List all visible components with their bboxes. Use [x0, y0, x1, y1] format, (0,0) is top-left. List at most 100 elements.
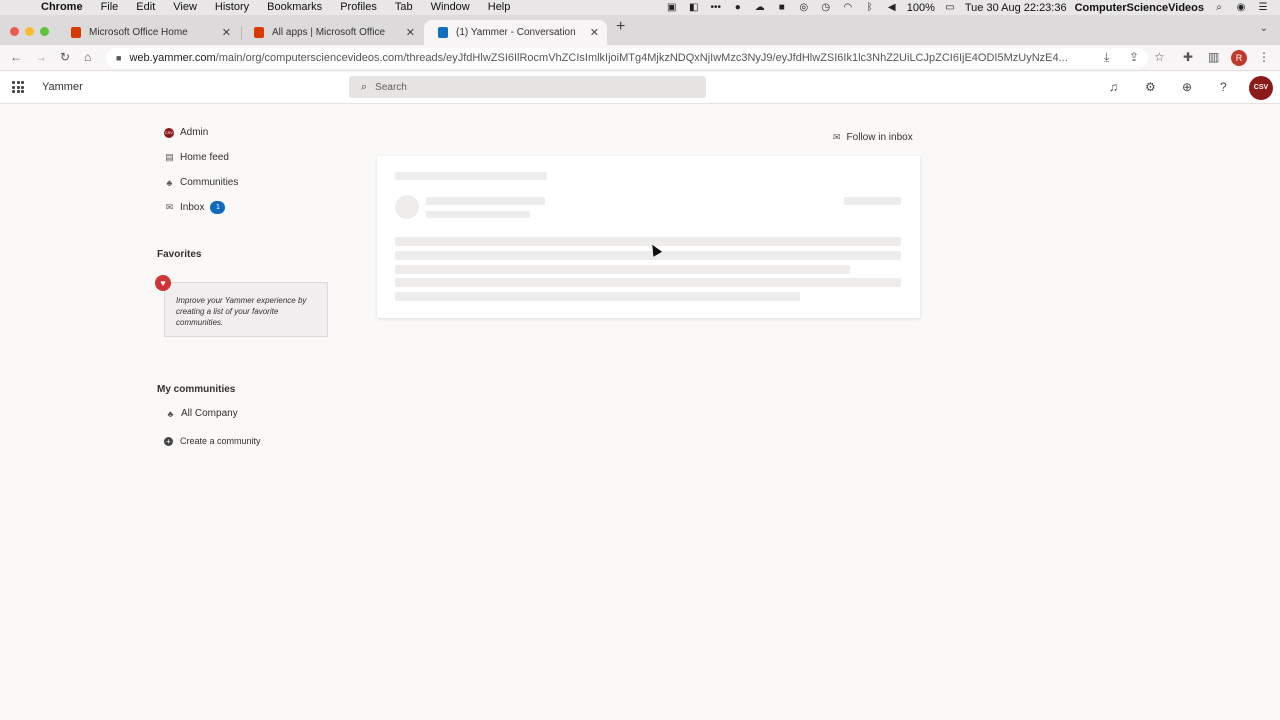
gear-icon[interactable]: ⚙: [1145, 80, 1156, 94]
plus-icon: +: [164, 436, 173, 446]
conversation-loading-card: [377, 156, 920, 318]
nav-communities[interactable]: ♣ Communities: [164, 177, 239, 188]
status-tray: ▣ ◧ ••• ● ☁ ■ ◎ ◷ ◠ ᛒ ◀ 100% ▭ Tue 30 Au…: [665, 0, 1270, 15]
url-host: web.yammer.com: [129, 52, 216, 64]
tab-search-chevron-icon[interactable]: ⌄: [1260, 23, 1268, 34]
wifi-icon[interactable]: ◠: [841, 2, 855, 13]
skeleton-line: [395, 237, 901, 246]
battery-icon[interactable]: ▭: [943, 2, 957, 13]
time-machine-icon[interactable]: ◷: [819, 2, 833, 13]
lock-icon[interactable]: ■: [116, 53, 121, 63]
current-user[interactable]: ComputerScienceVideos: [1075, 2, 1204, 14]
profile-avatar[interactable]: R: [1231, 50, 1247, 66]
skeleton-line: [395, 292, 800, 301]
menu-app-name[interactable]: Chrome: [41, 0, 83, 15]
office-icon: [254, 27, 264, 38]
nav-label: Inbox: [180, 202, 205, 213]
macos-menu-bar: Chrome File Edit View History Bookmarks …: [0, 0, 1280, 15]
browser-tab-strip: Microsoft Office Home ✕ All apps | Micro…: [0, 15, 1280, 45]
globe-icon[interactable]: ⊕: [1182, 80, 1192, 94]
network-logo-icon: CSV: [164, 127, 174, 138]
siri-icon[interactable]: ◉: [1234, 2, 1248, 13]
screen-record-icon[interactable]: ◧: [687, 2, 701, 13]
share-icon[interactable]: ⇪: [1129, 50, 1139, 64]
back-icon[interactable]: ←: [10, 50, 22, 64]
bookmark-star-icon[interactable]: ☆: [1154, 50, 1165, 64]
create-community-link[interactable]: + Create a community: [164, 436, 261, 446]
more-icon[interactable]: •••: [709, 2, 723, 13]
address-bar[interactable]: ■ web.yammer.com/main/org/computerscienc…: [106, 48, 1148, 68]
notifications-bell-icon[interactable]: ♫: [1109, 80, 1118, 94]
skeleton-author: [426, 197, 545, 205]
tab-title: Microsoft Office Home: [89, 27, 188, 38]
brand-name[interactable]: Yammer: [42, 81, 83, 93]
skeleton-line: [395, 251, 901, 260]
inbox-icon: ✉: [165, 202, 174, 212]
tab-office-home[interactable]: Microsoft Office Home ✕: [57, 20, 239, 45]
tab-yammer-conversation[interactable]: (1) Yammer - Conversation ✕: [424, 20, 607, 45]
office-icon: [71, 27, 81, 38]
tray-app-icon[interactable]: ■: [775, 2, 789, 13]
tab-title: All apps | Microsoft Office: [272, 27, 386, 38]
browser-toolbar: ← → ↻ ⌂ ■ web.yammer.com/main/org/comput…: [0, 45, 1280, 71]
follow-in-inbox-button[interactable]: ✉ Follow in inbox: [833, 132, 913, 143]
nav-inbox[interactable]: ✉ Inbox 1: [164, 201, 226, 214]
my-communities-heading: My communities: [157, 384, 236, 395]
menu-bookmarks[interactable]: Bookmarks: [267, 0, 322, 15]
community-all-company[interactable]: ♣ All Company: [165, 408, 238, 419]
heart-icon: ♥: [155, 275, 171, 291]
search-placeholder: Search: [375, 81, 407, 93]
app-launcher-icon[interactable]: [12, 81, 24, 93]
nav-admin[interactable]: CSV Admin: [164, 127, 208, 138]
extensions-icon[interactable]: ✚: [1183, 50, 1193, 64]
menu-profiles[interactable]: Profiles: [340, 0, 377, 15]
forward-icon[interactable]: →: [35, 50, 47, 64]
battery-percent: 100%: [906, 1, 935, 14]
volume-icon[interactable]: ◀: [885, 2, 899, 13]
menu-tab[interactable]: Tab: [395, 0, 413, 15]
reload-icon[interactable]: ↻: [60, 50, 70, 64]
install-app-icon[interactable]: ⤓: [1104, 50, 1109, 64]
close-window-button[interactable]: [10, 27, 19, 36]
accessibility-icon[interactable]: ◎: [797, 2, 811, 13]
spotlight-icon[interactable]: ⌕: [1212, 2, 1226, 13]
cloud-icon[interactable]: ☁: [753, 2, 767, 13]
tab-all-apps[interactable]: All apps | Microsoft Office ✕: [240, 20, 423, 45]
home-icon[interactable]: ⌂: [84, 50, 91, 64]
tray-app-icon[interactable]: ●: [731, 2, 745, 13]
menu-edit[interactable]: Edit: [136, 0, 155, 15]
skeleton-meta: [426, 211, 530, 218]
follow-label: Follow in inbox: [846, 132, 913, 143]
menu-view[interactable]: View: [173, 0, 197, 15]
kebab-menu-icon[interactable]: ⋮: [1258, 50, 1270, 64]
inbox-count-badge: 1: [210, 201, 226, 214]
network-logo[interactable]: CSV: [1249, 76, 1273, 100]
close-icon[interactable]: ✕: [590, 26, 599, 39]
skeleton-avatar: [395, 195, 419, 219]
tray-app-icon[interactable]: ▣: [665, 2, 679, 13]
home-feed-icon: ▤: [165, 152, 174, 162]
clock[interactable]: Tue 30 Aug 22:23:36: [965, 2, 1067, 14]
nav-home-feed[interactable]: ▤ Home feed: [164, 152, 229, 163]
skeleton-timestamp: [844, 197, 901, 205]
communities-icon: ♣: [167, 408, 174, 419]
menu-file[interactable]: File: [101, 0, 119, 15]
menu-help[interactable]: Help: [488, 0, 511, 15]
minimize-window-button[interactable]: [25, 27, 34, 36]
nav-label: Communities: [180, 177, 239, 188]
community-label: All Company: [181, 408, 238, 419]
help-icon[interactable]: ?: [1220, 80, 1227, 94]
yammer-icon: [438, 27, 448, 38]
zoom-window-button[interactable]: [40, 27, 49, 36]
skeleton-title: [395, 172, 547, 180]
side-panel-icon[interactable]: ▥: [1208, 50, 1219, 64]
close-icon[interactable]: ✕: [222, 26, 231, 39]
favorites-hint-card: Improve your Yammer experience by creati…: [164, 282, 328, 337]
new-tab-button[interactable]: +: [616, 19, 625, 35]
close-icon[interactable]: ✕: [406, 26, 415, 39]
menu-history[interactable]: History: [215, 0, 249, 15]
control-center-icon[interactable]: ☰: [1256, 2, 1270, 13]
bluetooth-icon[interactable]: ᛒ: [863, 2, 877, 13]
search-input[interactable]: ⌕ Search: [349, 76, 706, 98]
menu-window[interactable]: Window: [431, 0, 470, 15]
